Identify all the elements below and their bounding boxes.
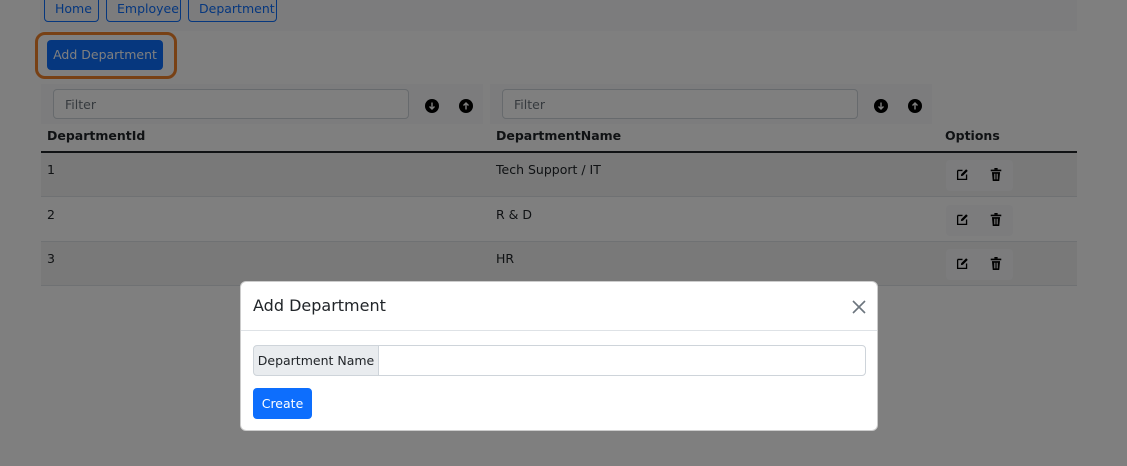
create-button[interactable]: Create bbox=[253, 388, 312, 419]
department-name-group: Department Name bbox=[253, 345, 866, 376]
close-button[interactable] bbox=[849, 297, 869, 317]
department-name-input[interactable] bbox=[378, 345, 866, 376]
department-name-label: Department Name bbox=[253, 345, 379, 376]
department-page: Home Employee Department Add Department … bbox=[0, 0, 1127, 466]
modal-header: Add Department bbox=[241, 282, 877, 331]
close-icon bbox=[852, 300, 866, 314]
add-department-modal: Add Department Department Name Create bbox=[240, 281, 878, 431]
modal-title: Add Department bbox=[253, 296, 386, 315]
